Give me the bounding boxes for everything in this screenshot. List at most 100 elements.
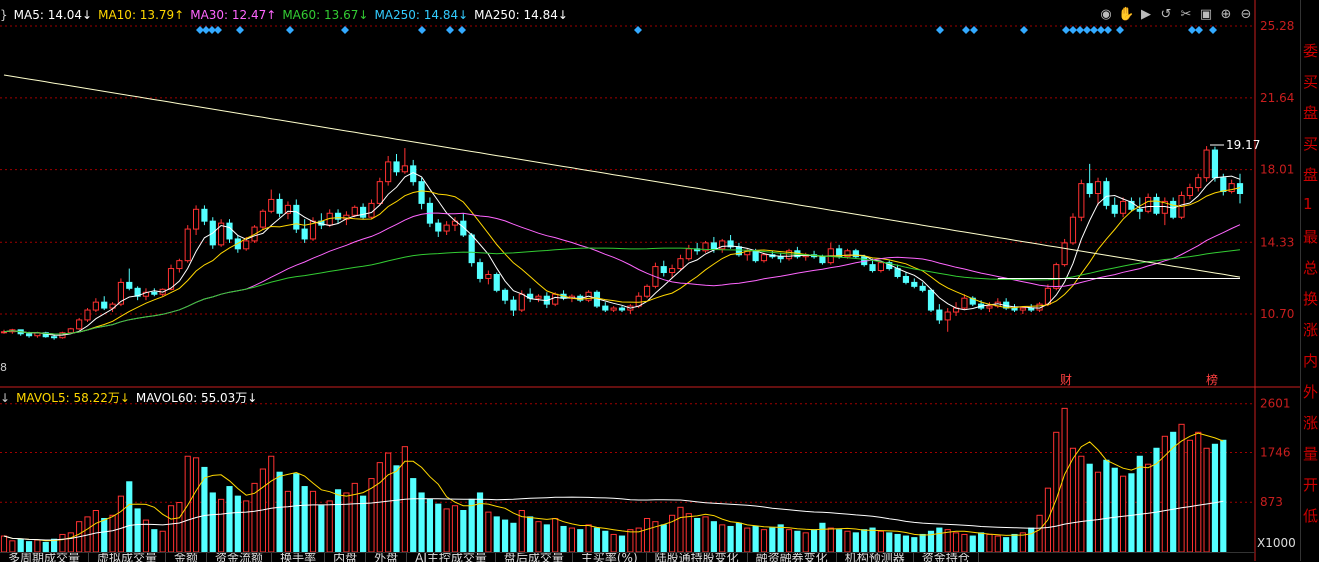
candle-down <box>276 198 283 214</box>
candle-down <box>911 281 918 287</box>
candle-down <box>936 309 943 321</box>
candle-down <box>151 291 158 295</box>
peak-price-label: 19.17 <box>1226 138 1260 152</box>
signal-diamond <box>1104 26 1112 34</box>
volume-bar-up <box>1195 431 1202 553</box>
candle-up <box>1061 242 1068 266</box>
volume-bar-down <box>810 529 818 553</box>
volume-bar-up <box>192 457 200 553</box>
quote-panel-label: 内 <box>1303 352 1319 370</box>
quote-panel-label: 买 <box>1303 135 1319 153</box>
candle-up <box>176 260 183 270</box>
volume-bar-down <box>936 527 943 553</box>
volume-bar-down <box>819 522 826 553</box>
kline-chart[interactable]: 25.28 21.64 18.01 14.33 10.70 2601 1746 873 X100… <box>0 0 1319 561</box>
candle-up <box>259 210 266 228</box>
candle-down <box>1136 208 1143 212</box>
candle-down <box>226 222 233 240</box>
volume-bar-down <box>710 521 717 553</box>
candle-up <box>268 198 275 212</box>
volume-bar-up <box>994 535 1001 553</box>
price-tick-label: 25.28 <box>1260 19 1294 33</box>
signal-diamond <box>634 26 642 34</box>
candle-down <box>501 289 509 301</box>
candle-up <box>84 309 91 321</box>
eye-icon[interactable]: ◉ <box>1098 7 1114 23</box>
signal-diamond <box>236 26 244 34</box>
candle-up <box>401 165 408 173</box>
undo-icon[interactable]: ↺ <box>1158 7 1174 23</box>
volume-bar-up <box>1069 447 1077 553</box>
volume-bar-up <box>117 495 125 553</box>
candle-up <box>92 301 99 311</box>
candle-down <box>460 220 467 236</box>
volume-bar-up <box>218 498 225 553</box>
volume-bar-down <box>334 489 342 553</box>
candle-down <box>618 307 626 311</box>
volume-bar-down <box>911 537 918 553</box>
hand-icon[interactable]: ✋ <box>1118 7 1134 23</box>
volume-bar-up <box>535 521 542 553</box>
volume-bar-up <box>67 532 74 553</box>
price-tick-label: 10.70 <box>1260 307 1294 321</box>
image-icon[interactable]: ▣ <box>1198 7 1214 23</box>
volume-bar-up <box>986 533 993 553</box>
candle-up <box>1094 181 1102 195</box>
ma-legend-item: MA250: 14.84↓ <box>474 8 568 22</box>
zoom-out-icon[interactable]: ⊖ <box>1238 7 1254 23</box>
play-icon[interactable]: ▶ <box>1138 7 1154 23</box>
candle-down <box>660 266 667 274</box>
candle-down <box>869 264 876 272</box>
price-tick-label: 14.33 <box>1260 235 1294 249</box>
volume-bar-down <box>560 525 567 553</box>
volume-bar-up <box>827 527 834 553</box>
volume-tick-label: 873 <box>1260 495 1283 509</box>
candle-up <box>986 305 993 309</box>
left-edge-label: 8 <box>0 361 7 374</box>
volume-bar-up <box>326 500 333 553</box>
volume-bar-up <box>243 500 250 553</box>
volume-bar-down <box>902 535 910 553</box>
candle-down <box>1011 307 1018 311</box>
leaderboard-marker: 榜 <box>1206 372 1218 387</box>
candle-down <box>1103 181 1110 206</box>
zoom-in-icon[interactable]: ⊕ <box>1218 7 1234 23</box>
volume-bar-down <box>410 478 417 553</box>
volume-bar-down <box>969 535 976 553</box>
volume-unit-label: X1000 <box>1257 536 1296 550</box>
candle-down <box>819 256 826 264</box>
volume-bar-down <box>1103 459 1110 553</box>
candle-down <box>1211 149 1219 179</box>
volume-bar-down <box>852 532 859 553</box>
volume-bar-down <box>151 529 158 553</box>
quote-panel-label: 盘 <box>1303 104 1319 122</box>
signal-diamond <box>286 26 294 34</box>
volume-bar-down <box>1136 455 1143 553</box>
ma-legend-item: MA60: 13.67↓ <box>282 8 369 22</box>
volume-bar-up <box>952 532 960 553</box>
volume-bar-up <box>1178 423 1185 553</box>
volume-bar-down <box>1170 431 1177 553</box>
volume-bar-up <box>961 533 968 553</box>
volume-bar-down <box>510 522 517 553</box>
quote-panel-label: 量 <box>1303 445 1319 463</box>
signal-diamond <box>936 26 944 34</box>
quote-panel-label: 开 <box>1303 476 1319 494</box>
volume-bar-up <box>802 532 809 553</box>
candle-up <box>67 328 74 334</box>
signal-diamond <box>1076 26 1084 34</box>
scissors-icon[interactable]: ✂ <box>1178 7 1194 23</box>
candle-down <box>1153 196 1160 214</box>
volume-bar-down <box>209 492 216 553</box>
volume-bar-down <box>1028 527 1035 553</box>
volume-bar-down <box>1111 467 1118 553</box>
candle-down <box>1236 183 1244 195</box>
candle-up <box>610 307 617 311</box>
price-tick-label: 21.64 <box>1260 91 1294 105</box>
volume-bar-down <box>861 529 868 553</box>
candle-down <box>510 299 517 311</box>
volume-bar-up <box>1053 431 1060 553</box>
volume-bar-up <box>785 529 793 553</box>
volume-bar-down <box>527 516 534 553</box>
volume-bar-up <box>944 529 951 553</box>
